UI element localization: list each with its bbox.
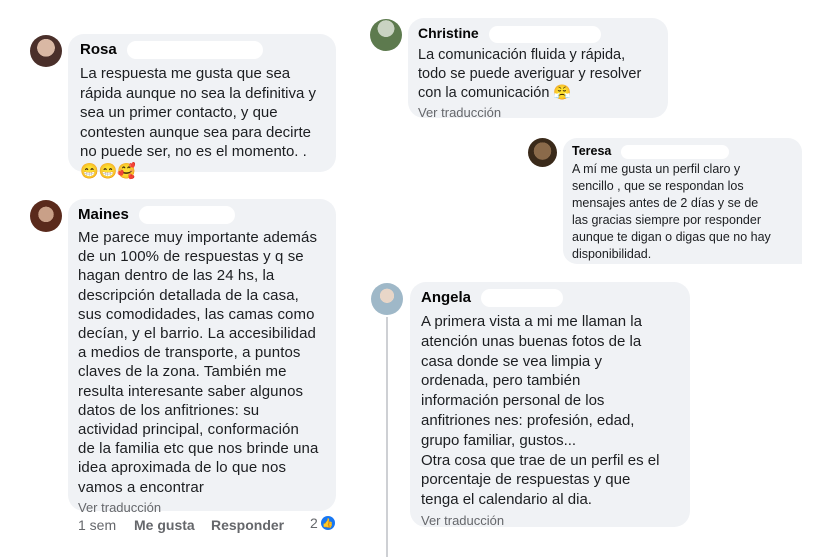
- avatar-rosa[interactable]: [30, 35, 62, 67]
- see-translation-link[interactable]: Ver traducción: [421, 512, 679, 530]
- redacted-surname: [621, 144, 730, 159]
- author-name-angela[interactable]: Angela: [421, 288, 679, 308]
- like-icon: 👍: [321, 516, 335, 530]
- avatar-teresa[interactable]: [528, 138, 557, 167]
- comment-text-christine: La comunicación fluida y rápida, todo se…: [418, 47, 642, 101]
- like-button[interactable]: Me gusta: [134, 517, 195, 533]
- comment-text-rosa: La respuesta me gusta que sea rápida aun…: [80, 65, 317, 160]
- reaction-count[interactable]: 2: [310, 515, 318, 531]
- redacted-surname: [488, 25, 601, 43]
- comment-bubble-angela: Angela A primera vista a mi me llaman la…: [410, 282, 690, 530]
- comment-bubble-rosa: Rosa La respuesta me gusta que sea rápid…: [68, 34, 336, 180]
- author-name-rosa[interactable]: Rosa: [80, 40, 324, 60]
- author-name-teresa[interactable]: Teresa: [572, 143, 793, 159]
- avatar-angela[interactable]: [371, 283, 403, 315]
- comment-text-maines: Me parece muy importante además de un 10…: [78, 229, 319, 496]
- author-name-maines[interactable]: Maines: [78, 205, 326, 225]
- comment-emoji-christine: 😤: [553, 85, 572, 101]
- comment-bubble-maines: Maines Me parece muy importante además d…: [68, 199, 336, 515]
- avatar-christine[interactable]: [370, 19, 402, 51]
- redacted-surname: [481, 289, 564, 308]
- comment-text-teresa: A mí me gusta un perfil claro y sencillo…: [572, 162, 771, 261]
- comment-bubble-teresa: Teresa A mí me gusta un perfil claro y s…: [563, 138, 802, 264]
- comment-bubble-christine: Christine La comunicación fluida y rápid…: [408, 18, 668, 121]
- thread-connector-line: [386, 317, 388, 557]
- comment-text-angela: A primera vista a mi me llaman la atenci…: [421, 313, 660, 509]
- comment-emojis-rosa: 😁😁🥰: [80, 162, 137, 180]
- redacted-surname: [126, 41, 263, 60]
- avatar-maines[interactable]: [30, 200, 62, 232]
- see-translation-link[interactable]: Ver traducción: [418, 104, 658, 121]
- redacted-surname: [138, 206, 235, 225]
- author-name-christine[interactable]: Christine: [418, 24, 658, 43]
- see-translation-link[interactable]: Ver traducción: [78, 499, 326, 517]
- reply-button[interactable]: Responder: [211, 517, 284, 533]
- comment-timestamp[interactable]: 1 sem: [78, 517, 116, 533]
